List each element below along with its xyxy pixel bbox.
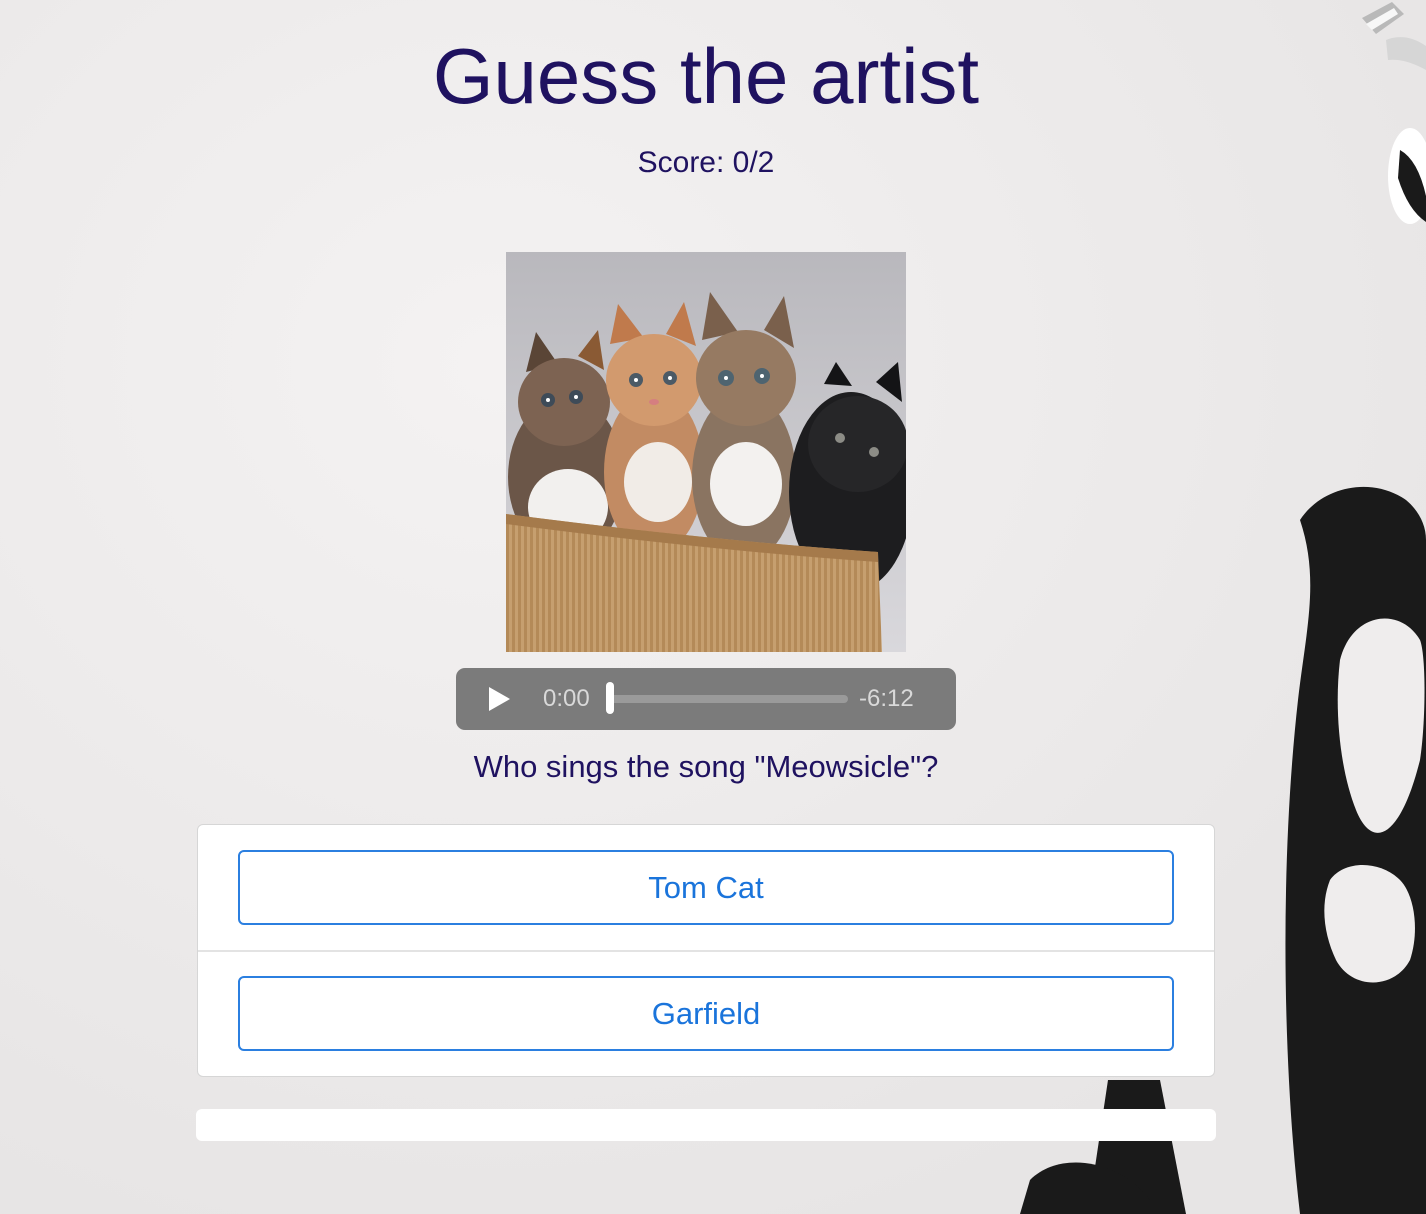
kittens-illustration xyxy=(506,252,906,652)
audio-player: 0:00 -6:12 xyxy=(456,668,956,730)
answer-button-garfield[interactable]: Garfield xyxy=(238,976,1174,1051)
result-progress-bar xyxy=(196,1109,1216,1141)
page-title: Guess the artist xyxy=(432,32,980,120)
remaining-time: -6:12 xyxy=(859,685,914,712)
current-time: 0:00 xyxy=(543,685,590,712)
list-item: Tom Cat xyxy=(198,825,1214,952)
audio-seek-bar[interactable] xyxy=(606,682,848,714)
answer-button-tom-cat[interactable]: Tom Cat xyxy=(238,850,1174,925)
audio-seek-handle[interactable] xyxy=(606,682,614,714)
quiz-page: Guess the artist Score: 0/2 0:00 -6:12 W… xyxy=(0,0,1426,1214)
play-icon[interactable] xyxy=(486,686,512,712)
score-counter: Score: 0/2 xyxy=(637,146,775,179)
list-item: Garfield xyxy=(198,951,1214,1076)
question-text: Who sings the song "Meowsicle"? xyxy=(473,749,939,784)
answers-list: Tom Cat Garfield xyxy=(197,824,1215,1077)
album-cover-image xyxy=(506,252,906,652)
